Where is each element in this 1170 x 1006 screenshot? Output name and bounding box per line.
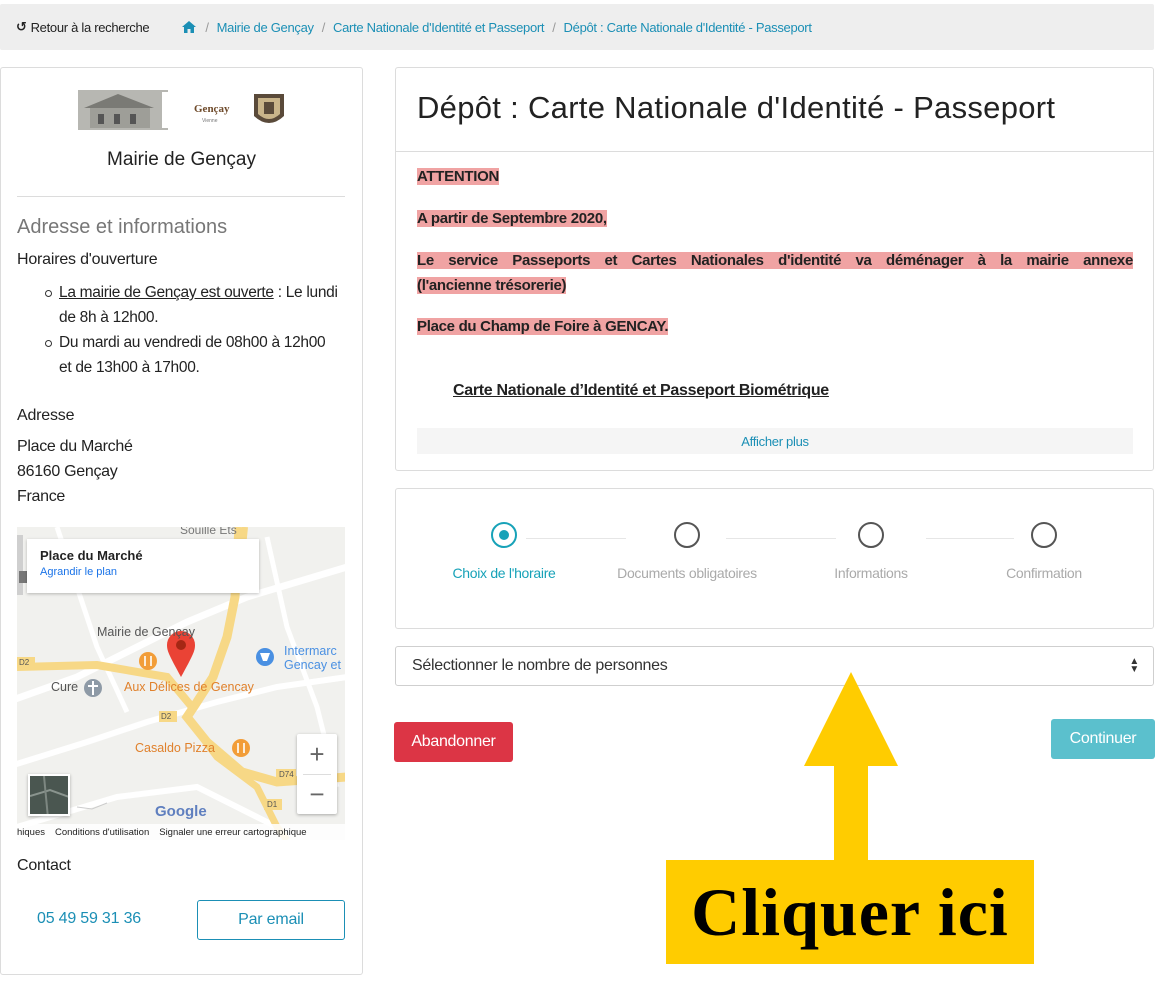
breadcrumb-separator: / bbox=[321, 19, 326, 35]
move-paragraph-line2: (l'ancienne trésorerie) bbox=[417, 274, 1133, 298]
map-report-error-link[interactable]: Signaler une erreur cartographique bbox=[159, 827, 306, 838]
step-radio-icon bbox=[1031, 522, 1057, 548]
email-button[interactable]: Par email bbox=[197, 900, 345, 940]
back-to-search-link[interactable]: ↺ Retour à la recherche bbox=[16, 19, 150, 35]
zoom-in-button[interactable]: + bbox=[297, 734, 337, 774]
back-to-search-label: Retour à la recherche bbox=[30, 19, 150, 35]
enlarge-map-link[interactable]: Agrandir le plan bbox=[40, 566, 246, 578]
number-of-people-select[interactable]: Sélectionner le nombre de personnes ▲ ▼ bbox=[395, 646, 1154, 686]
step-label: Confirmation bbox=[1006, 565, 1082, 581]
map-road-d741-label: D74 bbox=[279, 770, 294, 779]
top-navigation-bar: ↺ Retour à la recherche / Mairie de Genç… bbox=[0, 4, 1154, 50]
attention-text: ATTENTION bbox=[417, 168, 500, 185]
phone-link[interactable]: 05 49 59 31 36 bbox=[37, 910, 141, 928]
map-place-title: Place du Marché bbox=[40, 548, 143, 563]
biometric-document-link[interactable]: Carte Nationale d’Identité et Passeport … bbox=[453, 382, 829, 400]
list-item: Du mardi au vendredi de 08h00 à 12h00 et… bbox=[41, 330, 341, 380]
move-text: Le service Passeports et Cartes National… bbox=[417, 252, 1133, 269]
contact-row: 05 49 59 31 36 Par email bbox=[17, 900, 345, 942]
step-radio-icon bbox=[858, 522, 884, 548]
map-casaldo-label: Casaldo Pizza bbox=[135, 741, 215, 755]
map-intermarche-label: Intermarc bbox=[284, 644, 337, 658]
map-footer: hiques Conditions d'utilisation Signaler… bbox=[17, 824, 345, 840]
divider bbox=[17, 196, 345, 197]
address-block: Place du Marché 86160 Gençay France bbox=[17, 434, 133, 509]
breadcrumb-separator: / bbox=[552, 19, 556, 35]
svg-text:Gençay: Gençay bbox=[194, 103, 230, 115]
map-cure-label: Cure bbox=[51, 680, 79, 694]
breadcrumb: / Mairie de Gençay / Carte Nationale d'I… bbox=[181, 19, 812, 35]
contact-heading: Contact bbox=[17, 857, 71, 874]
date-text: A partir de Septembre 2020, bbox=[417, 210, 607, 227]
address-heading: Adresse bbox=[17, 407, 75, 424]
address-city: 86160 Gençay bbox=[17, 463, 118, 480]
move-text-2: (l'ancienne trésorerie) bbox=[417, 277, 567, 294]
map-place-card: Place du Marché Agrandir le plan bbox=[27, 539, 259, 593]
map-road-d2-label: D2 bbox=[19, 658, 30, 667]
google-logo: Google bbox=[155, 803, 207, 820]
breadcrumb-cni-link[interactable]: Carte Nationale d'Identité et Passeport bbox=[333, 20, 545, 35]
map-street-label: Souille Ets bbox=[180, 527, 237, 537]
hours-weekdays: Du mardi au vendredi de 08h00 à 12h00 et… bbox=[59, 334, 326, 376]
map-mairie-label: Mairie de Gençay bbox=[97, 625, 195, 639]
zoom-out-button[interactable]: − bbox=[297, 774, 337, 814]
divider bbox=[396, 151, 1153, 152]
map-terms-link[interactable]: Conditions d'utilisation bbox=[55, 827, 149, 838]
select-caret-icon: ▲ ▼ bbox=[1129, 656, 1139, 675]
attention-paragraph: ATTENTION bbox=[417, 165, 1133, 189]
google-map[interactable]: Souille Ets Mairie de Gençay Intermarc G… bbox=[17, 527, 345, 840]
mairie-logo: Gençay Vienne bbox=[78, 90, 284, 130]
step-active-radio-icon bbox=[491, 522, 517, 548]
home-icon[interactable] bbox=[181, 20, 197, 34]
breadcrumb-separator: / bbox=[205, 19, 209, 35]
address-info-heading: Adresse et informations bbox=[17, 216, 228, 238]
opening-hours-heading: Horaires d'ouverture bbox=[17, 251, 158, 268]
satellite-view-toggle[interactable] bbox=[28, 774, 70, 816]
date-paragraph: A partir de Septembre 2020, bbox=[417, 207, 1133, 231]
place-paragraph: Place du Champ de Foire à GENCAY. bbox=[417, 315, 1133, 339]
map-road-d2-label: D2 bbox=[161, 712, 172, 721]
step-label: Choix de l'horaire bbox=[452, 565, 556, 581]
mairie-open-link[interactable]: La mairie de Gençay est ouverte bbox=[59, 284, 274, 301]
map-footer-data[interactable]: hiques bbox=[17, 827, 45, 838]
opening-hours-list: La mairie de Gençay est ouverte : Le lun… bbox=[41, 280, 341, 380]
address-country: France bbox=[17, 488, 65, 505]
step-schedule[interactable]: Choix de l'horaire bbox=[414, 522, 594, 581]
mairie-name: Mairie de Gençay bbox=[107, 149, 256, 170]
list-item: La mairie de Gençay est ouverte : Le lun… bbox=[41, 280, 341, 330]
booking-stepper: Choix de l'horaire Documents obligatoire… bbox=[395, 488, 1154, 629]
step-radio-icon bbox=[674, 522, 700, 548]
svg-text:Vienne: Vienne bbox=[202, 118, 218, 124]
procedure-info-card: Dépôt : Carte Nationale d'Identité - Pas… bbox=[395, 67, 1154, 471]
step-confirmation[interactable]: Confirmation bbox=[954, 522, 1134, 581]
step-informations[interactable]: Informations bbox=[781, 522, 961, 581]
continue-button[interactable]: Continuer bbox=[1051, 719, 1155, 759]
divider bbox=[303, 774, 331, 775]
map-intermarche-label2: Gencay et bbox=[284, 658, 341, 672]
breadcrumb-mairie-link[interactable]: Mairie de Gençay bbox=[217, 20, 314, 35]
click-here-callout: Cliquer ici bbox=[666, 860, 1034, 964]
step-label: Informations bbox=[834, 565, 908, 581]
show-more-button[interactable]: Afficher plus bbox=[417, 428, 1133, 454]
step-label: Documents obligatoires bbox=[617, 565, 757, 581]
step-documents[interactable]: Documents obligatoires bbox=[597, 522, 777, 581]
address-street: Place du Marché bbox=[17, 438, 133, 455]
place-text: Place du Champ de Foire à GENCAY. bbox=[417, 318, 669, 335]
move-paragraph-line1: Le service Passeports et Cartes National… bbox=[417, 249, 1133, 273]
abandon-button[interactable]: Abandonner bbox=[394, 722, 513, 762]
satellite-thumbnail-icon bbox=[30, 776, 68, 814]
select-value: Sélectionner le nombre de personnes bbox=[412, 657, 668, 674]
map-zoom-controls: + − bbox=[297, 734, 337, 814]
mairie-sidebar: Gençay Vienne Mairie de Gençay Adresse e… bbox=[0, 67, 363, 975]
map-delices-label: Aux Délices de Gencay bbox=[124, 680, 254, 694]
map-road-d1-label: D1 bbox=[267, 800, 278, 809]
breadcrumb-current-page[interactable]: Dépôt : Carte Nationale d'Identité - Pas… bbox=[564, 20, 812, 35]
page-title: Dépôt : Carte Nationale d'Identité - Pas… bbox=[417, 90, 1056, 125]
undo-arrow-icon: ↺ bbox=[16, 19, 27, 34]
up-arrow-annotation-icon bbox=[804, 672, 898, 862]
